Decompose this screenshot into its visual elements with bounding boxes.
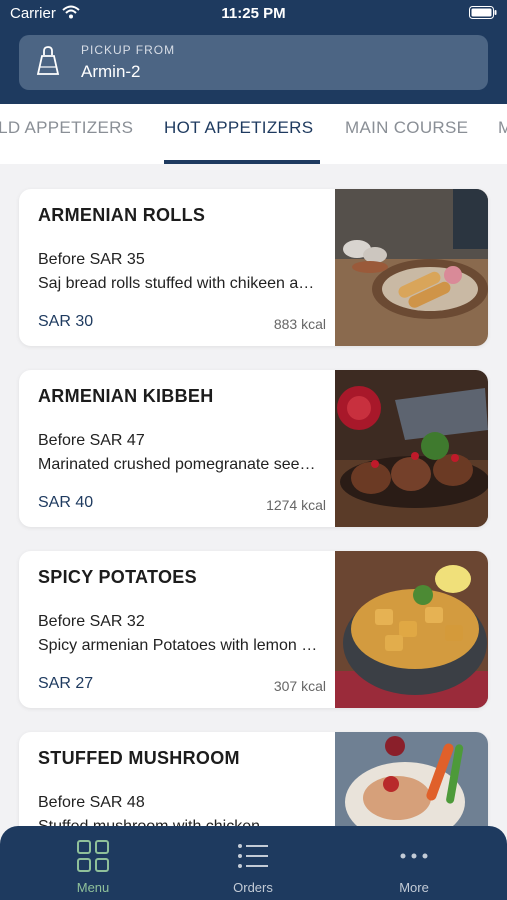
item-name: ARMENIAN ROLLS — [38, 205, 206, 225]
item-original-price: Before SAR 32 — [38, 613, 145, 630]
shopping-bag-icon — [36, 46, 60, 75]
more-icon — [400, 853, 428, 859]
item-price: SAR 27 — [38, 675, 94, 692]
menu-item-card[interactable]: SPICY POTATOES Before SAR 32 Spicy armen… — [19, 551, 488, 708]
nav-menu-label: Menu — [76, 880, 110, 895]
menu-item-card[interactable]: ARMENIAN ROLLS Before SAR 35 Saj bread r… — [19, 189, 488, 346]
tab-hot-appetizers[interactable]: HOT APPETIZERS — [164, 118, 313, 138]
battery-icon — [469, 6, 497, 19]
item-original-price: Before SAR 48 — [38, 794, 145, 811]
item-price: SAR 30 — [38, 313, 94, 330]
item-description: Marinated crushed pomegranate seeds and … — [38, 456, 320, 473]
category-tabs: COLD APPETIZERS HOT APPETIZERS MAIN COUR… — [0, 104, 507, 164]
tab-next-category[interactable]: M — [498, 118, 507, 138]
header: Carrier 11:25 PM PICKUP FROM Armin-2 — [0, 0, 507, 104]
nav-menu[interactable]: Menu — [33, 826, 153, 900]
nav-orders[interactable]: Orders — [193, 826, 313, 900]
clock: 11:25 PM — [221, 5, 286, 22]
tab-cold-appetizers[interactable]: COLD APPETIZERS — [0, 118, 133, 138]
item-description: Spicy armenian Potatoes with lemon and h… — [38, 637, 320, 654]
item-description: Saj bread rolls stuffed with chikeen and… — [38, 275, 320, 292]
item-photo — [335, 370, 488, 527]
item-original-price: Before SAR 47 — [38, 432, 145, 449]
bottom-navigation: Menu Orders More — [0, 826, 507, 900]
item-name: ARMENIAN KIBBEH — [38, 386, 214, 406]
status-bar: Carrier 11:25 PM — [0, 0, 507, 28]
active-tab-indicator — [164, 160, 320, 164]
item-calories: 1274 kcal — [266, 497, 326, 513]
item-photo — [335, 551, 488, 708]
item-original-price: Before SAR 35 — [38, 251, 145, 268]
item-name: STUFFED MUSHROOM — [38, 748, 240, 768]
nav-orders-label: Orders — [233, 880, 273, 895]
nav-more[interactable]: More — [354, 826, 474, 900]
nav-more-label: More — [399, 880, 429, 895]
item-photo — [335, 189, 488, 346]
item-calories: 307 kcal — [273, 678, 326, 694]
grid-icon — [77, 840, 109, 872]
item-name: SPICY POTATOES — [38, 567, 197, 587]
pickup-label: PICKUP FROM — [81, 43, 176, 57]
list-icon — [238, 844, 268, 868]
menu-item-card[interactable]: ARMENIAN KIBBEH Before SAR 47 Marinated … — [19, 370, 488, 527]
tab-main-course[interactable]: MAIN COURSE — [345, 118, 468, 138]
pickup-selector[interactable]: PICKUP FROM Armin-2 — [19, 35, 488, 90]
item-calories: 883 kcal — [273, 316, 326, 332]
item-price: SAR 40 — [38, 494, 94, 511]
pickup-branch: Armin-2 — [81, 62, 141, 81]
